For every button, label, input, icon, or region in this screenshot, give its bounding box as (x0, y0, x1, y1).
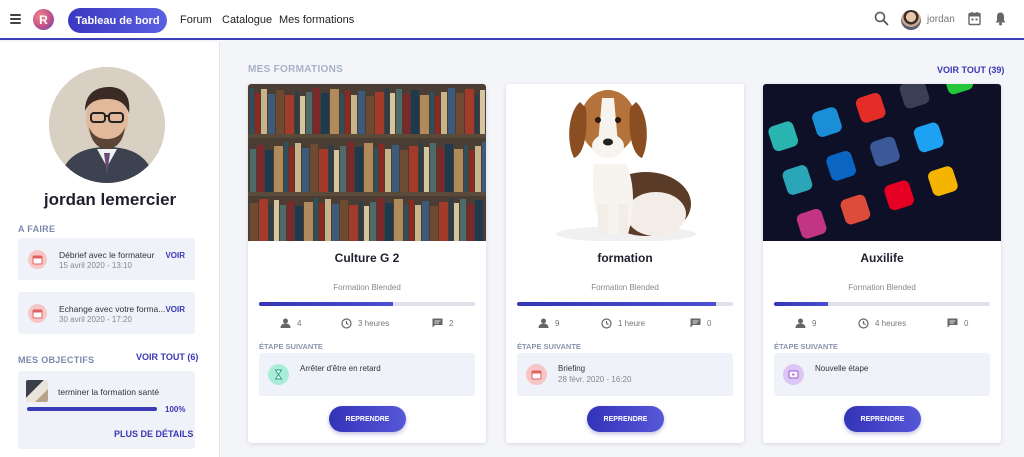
duration-stat: 4 heures (858, 318, 906, 329)
objective-details-link[interactable]: PLUS DE DÉTAILS (114, 429, 193, 439)
learners-count: 4 (297, 318, 302, 328)
objectives-section-title: MES OBJECTIFS (18, 355, 95, 365)
course-title: formation (597, 251, 653, 265)
todo-date: 30 avril 2020 - 17:20 (59, 315, 132, 324)
hourglass-icon (268, 364, 289, 385)
app-logo[interactable]: R (33, 9, 54, 30)
course-progress-fill (774, 302, 828, 306)
resume-button[interactable]: REPRENDRE (844, 406, 921, 432)
resume-button[interactable]: REPRENDRE (587, 406, 664, 432)
next-step-box[interactable]: Briefing 28 févr. 2020 - 16:20 (517, 353, 733, 396)
clock-icon (341, 318, 352, 329)
user-icon (280, 318, 291, 328)
search-icon[interactable] (874, 11, 889, 31)
objective-label: terminer la formation santé (58, 387, 160, 397)
objective-card[interactable]: terminer la formation santé 100% PLUS DE… (18, 371, 195, 449)
clock-icon (601, 318, 612, 329)
section-title: MES FORMATIONS (248, 64, 344, 75)
next-step-label: ÉTAPE SUIVANTE (259, 342, 323, 351)
course-title: Culture G 2 (334, 251, 400, 265)
course-image-social-apps (763, 84, 1001, 241)
learners-stat: 4 (280, 318, 301, 328)
video-icon (783, 364, 804, 385)
user-icon (538, 318, 549, 328)
next-step-label: ÉTAPE SUIVANTE (517, 342, 581, 351)
objective-thumbnail (26, 380, 48, 402)
voir-tout-link[interactable]: VOIR TOUT (39) (937, 65, 1004, 75)
course-image-bookshelf (248, 84, 486, 241)
course-progress-bar (774, 302, 990, 306)
calendar-icon[interactable] (968, 11, 981, 31)
resume-button[interactable]: REPRENDRE (329, 406, 406, 432)
course-title: Auxilife (860, 251, 904, 265)
next-step-box[interactable]: Arrêter d'être en retard (259, 353, 475, 396)
profile-name: jordan lemercier (43, 190, 177, 209)
course-card[interactable]: Culture G 2 Formation Blended 4 3 heures… (248, 84, 486, 443)
course-image-beagle (506, 84, 744, 241)
course-progress-fill (259, 302, 393, 306)
learners-count: 9 (812, 318, 817, 328)
duration-stat: 3 heures (341, 318, 389, 329)
todo-date: 15 avril 2020 - 13:10 (59, 261, 132, 270)
nav-catalogue-link[interactable]: Catalogue (222, 14, 272, 26)
objective-progress-text: 100% (165, 405, 186, 414)
nav-forum-link[interactable]: Forum (180, 14, 212, 26)
calendar-icon (28, 304, 47, 323)
todo-section-title: A FAIRE (18, 224, 56, 234)
course-progress-bar (259, 302, 475, 306)
course-type: Formation Blended (591, 283, 659, 292)
todo-voir-link[interactable]: VOIR (165, 305, 185, 314)
user-name[interactable]: jordan (927, 14, 955, 25)
comments-count: 0 (964, 318, 969, 328)
learners-stat: 9 (795, 318, 816, 328)
user-icon (795, 318, 806, 328)
objectives-voir-tout-link[interactable]: VOIR TOUT (6) (136, 352, 198, 362)
course-type: Formation Blended (333, 283, 401, 292)
comment-icon (690, 318, 701, 328)
next-step-title: Briefing (558, 364, 586, 373)
duration-stat: 1 heure (601, 318, 645, 329)
todo-voir-link[interactable]: VOIR (165, 251, 185, 260)
calendar-icon (526, 364, 547, 385)
next-step-title: Nouvelle étape (815, 364, 869, 373)
hamburger-icon[interactable] (10, 14, 21, 24)
comments-count: 2 (449, 318, 454, 328)
calendar-icon (28, 250, 47, 269)
duration-value: 1 heure (618, 319, 646, 328)
course-progress-bar (517, 302, 733, 306)
dashboard-button[interactable]: Tableau de bord (68, 8, 167, 33)
comments-stat: 2 (432, 318, 453, 328)
learners-count: 9 (555, 318, 560, 328)
todo-title: Echange avec votre forma... (59, 304, 166, 314)
next-step-title: Arrêter d'être en retard (300, 364, 381, 373)
todo-item[interactable]: Débrief avec le formateur 15 avril 2020 … (18, 238, 195, 280)
profile-photo (49, 67, 165, 183)
course-type: Formation Blended (848, 283, 916, 292)
comments-count: 0 (707, 318, 712, 328)
todo-item[interactable]: Echange avec votre forma... 30 avril 202… (18, 292, 195, 334)
duration-value: 4 heures (875, 319, 907, 328)
learners-stat: 9 (538, 318, 559, 328)
comments-stat: 0 (690, 318, 711, 328)
comments-stat: 0 (947, 318, 968, 328)
bell-icon[interactable] (994, 11, 1007, 31)
course-card[interactable]: Auxilife Formation Blended 9 4 heures 0 … (763, 84, 1001, 443)
clock-icon (858, 318, 869, 329)
course-progress-fill (517, 302, 716, 306)
comment-icon (432, 318, 443, 328)
objective-progress-bar (27, 407, 157, 411)
top-bar: R Tableau de bord Forum Catalogue Mes fo… (0, 0, 1024, 40)
next-step-date: 28 févr. 2020 - 16:20 (558, 375, 632, 384)
user-avatar[interactable] (901, 10, 921, 30)
comment-icon (947, 318, 958, 328)
duration-value: 3 heures (358, 319, 390, 328)
course-card[interactable]: formation Formation Blended 9 1 heure 0 … (506, 84, 744, 443)
todo-title: Débrief avec le formateur (59, 250, 155, 260)
next-step-label: ÉTAPE SUIVANTE (774, 342, 838, 351)
next-step-box[interactable]: Nouvelle étape (774, 353, 990, 396)
nav-mes-formations-link[interactable]: Mes formations (279, 14, 354, 26)
objective-progress-fill (27, 407, 157, 411)
